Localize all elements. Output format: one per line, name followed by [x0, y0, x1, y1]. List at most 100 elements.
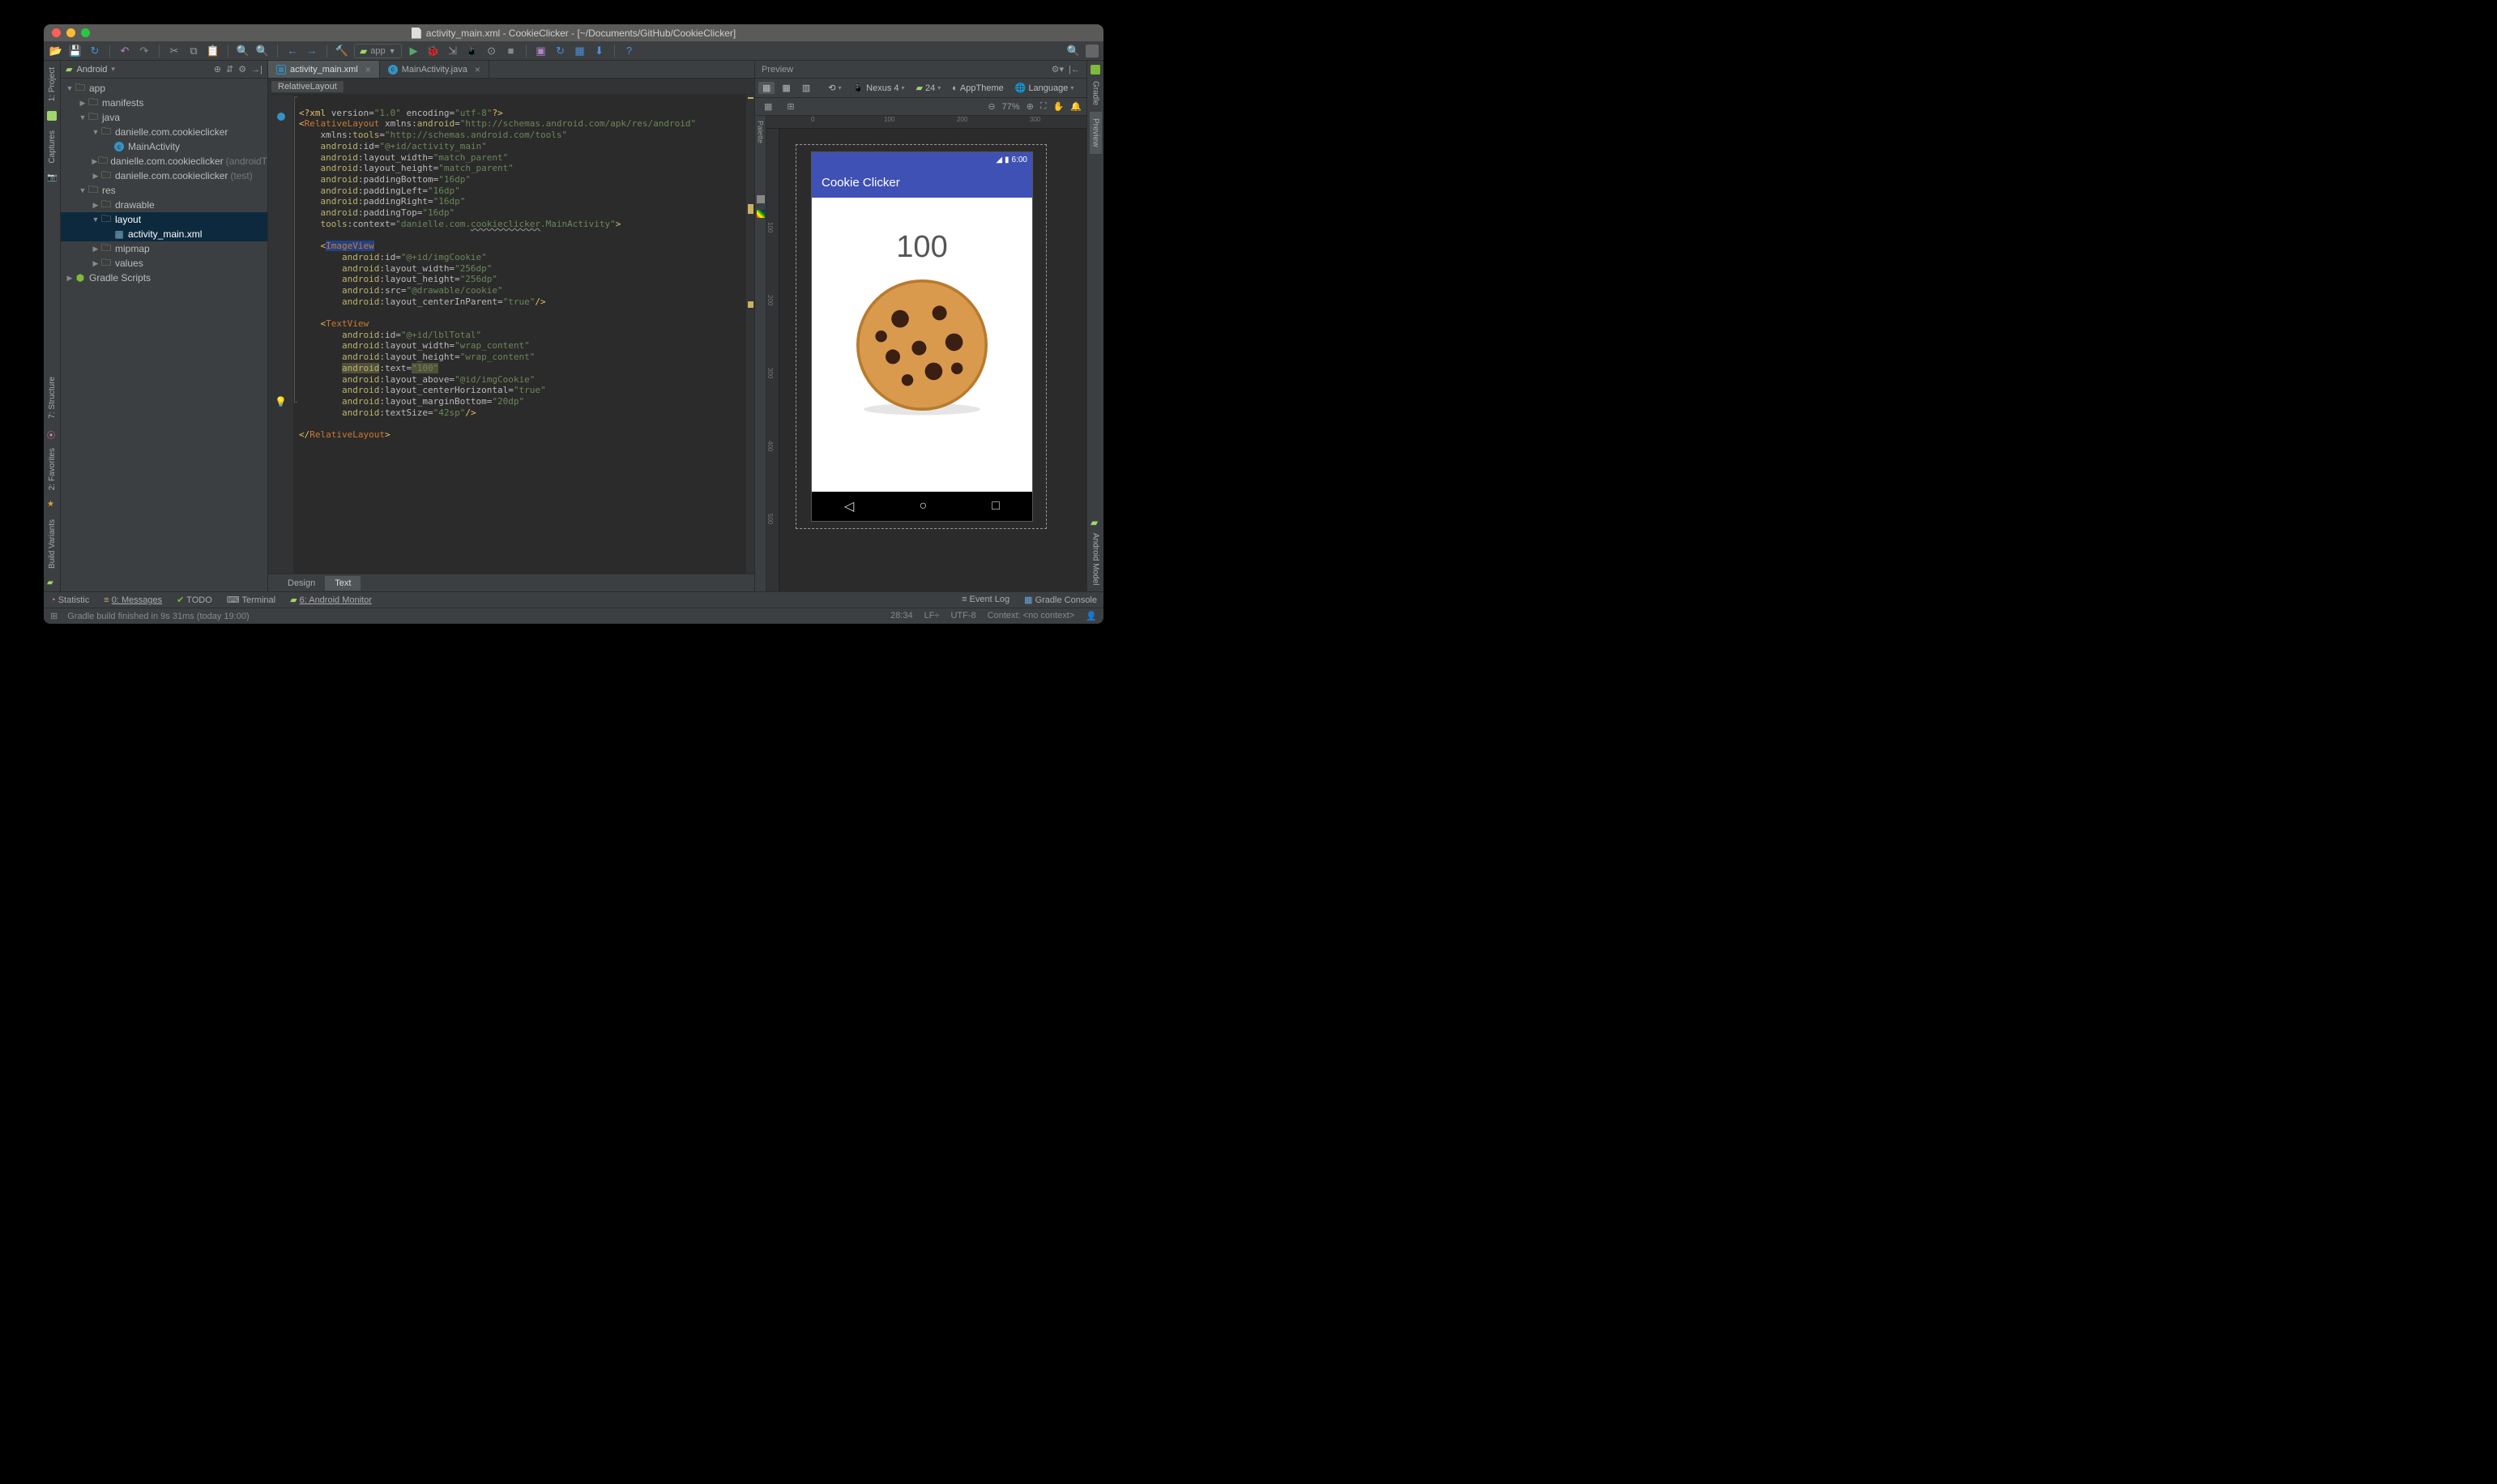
profile-icon[interactable]: ⊙ [484, 44, 499, 58]
structure-tool-tab[interactable]: 7: Structure [46, 370, 58, 425]
messages-tab[interactable]: ≡ 0: Messages [104, 595, 162, 605]
gutter-class-icon[interactable] [277, 113, 285, 121]
tree-node-drawable[interactable]: ▶🗀drawable [61, 198, 267, 212]
preview-canvas[interactable]: Palette 0 100 200 300 100 200 300 400 50… [755, 116, 1086, 591]
tree-node-gradle[interactable]: ▶⬢Gradle Scripts [61, 271, 267, 285]
terminal-tab[interactable]: ⌨ Terminal [227, 595, 275, 605]
intention-bulb-icon[interactable]: 💡 [275, 396, 287, 407]
palette-item-icon[interactable] [757, 195, 765, 203]
preview-tool-tab[interactable]: Preview [1090, 112, 1102, 154]
gradle-tool-tab[interactable]: Gradle [1090, 75, 1102, 112]
palette-color-icon[interactable] [757, 210, 765, 218]
code-editor[interactable]: <?xml version="1.0" encoding="utf-8"?> <… [294, 95, 746, 574]
hector-icon[interactable]: 👤 [1086, 611, 1097, 621]
tree-node-package[interactable]: ▼🗀danielle.com.cookieclicker [61, 125, 267, 139]
captures-tool-tab[interactable]: Captures [46, 124, 58, 170]
surface-mode-3-icon[interactable]: ▥ [798, 82, 814, 94]
tree-node-manifests[interactable]: ▶🗀manifests [61, 96, 267, 110]
tree-node-java[interactable]: ▼🗀java [61, 110, 267, 125]
marker-strip[interactable] [746, 95, 754, 574]
device-selector[interactable]: 📱Nexus 4▾ [848, 82, 908, 94]
file-encoding[interactable]: UTF-8 [950, 611, 975, 621]
run-config-selector[interactable]: ▰app▼ [354, 44, 402, 58]
attach-icon[interactable]: ⇲ [446, 44, 460, 58]
text-tab[interactable]: Text [325, 576, 361, 591]
copy-icon[interactable]: ⧉ [186, 44, 201, 58]
notifications-icon[interactable]: 🔔 [1070, 101, 1082, 112]
device-icon[interactable]: 📱 [465, 44, 480, 58]
tree-node-values[interactable]: ▶🗀values [61, 256, 267, 271]
toggle-icon[interactable]: ⊞ [783, 100, 798, 113]
run-icon[interactable]: ▶ [407, 44, 421, 58]
debug-icon[interactable]: 🐞 [426, 44, 441, 58]
context-selector[interactable]: Context: <no context> [988, 611, 1075, 621]
find-icon[interactable]: 🔍 [236, 44, 250, 58]
theme-selector[interactable]: ◐AppTheme [948, 83, 1007, 94]
surface-mode-2-icon[interactable]: ▦ [778, 82, 794, 94]
zoom-out-icon[interactable]: ⊖ [988, 101, 995, 112]
forward-icon[interactable]: → [305, 44, 319, 58]
language-selector[interactable]: 🌐Language▾ [1011, 82, 1078, 94]
save-icon[interactable]: 💾 [68, 44, 83, 58]
hide-icon[interactable]: |← [1069, 65, 1080, 75]
back-icon[interactable]: ← [285, 44, 300, 58]
download-icon[interactable]: ⬇ [592, 44, 607, 58]
tree-node-activity-xml[interactable]: ▦activity_main.xml [61, 227, 267, 241]
tree-node-layout[interactable]: ▼🗀layout [61, 212, 267, 227]
tool-windows-icon[interactable]: ⊞ [50, 611, 58, 621]
orientation-icon[interactable]: ⟲▾ [824, 82, 845, 94]
sdk-icon[interactable]: ↻ [553, 44, 568, 58]
caret-position[interactable]: 28:34 [890, 611, 913, 621]
open-icon[interactable]: 📂 [49, 44, 63, 58]
avd-icon[interactable]: ▣ [534, 44, 548, 58]
statistic-tab[interactable]: ◔ Statistic [50, 595, 89, 605]
redo-icon[interactable]: ↷ [137, 44, 152, 58]
favorites-tool-tab[interactable]: 2: Favorites [46, 441, 58, 497]
layout-dec-icon[interactable]: ▦ [760, 100, 776, 113]
gradle-console-tab[interactable]: ▦ Gradle Console [1024, 595, 1097, 605]
zoom-fit-icon[interactable]: ⛶ [1040, 101, 1047, 112]
settings-icon[interactable]: ⚙▾ [1052, 65, 1064, 75]
layout-icon[interactable]: ▦ [573, 44, 587, 58]
make-icon[interactable]: 🔨 [335, 44, 349, 58]
help-icon[interactable]: ? [622, 44, 637, 58]
editor-gutter[interactable]: 💡 [268, 95, 294, 574]
collapse-icon[interactable]: ⇵ [226, 64, 233, 75]
breadcrumb-bar[interactable]: RelativeLayout [268, 79, 754, 95]
stop-icon[interactable]: ■ [504, 44, 519, 58]
zoom-in-icon[interactable]: ⊕ [1027, 101, 1034, 112]
event-log-tab[interactable]: ≡ Event Log [962, 595, 1009, 605]
line-separator[interactable]: LF÷ [924, 611, 940, 621]
cut-icon[interactable]: ✂ [167, 44, 181, 58]
tab-activity-xml[interactable]: ▦activity_main.xml× [268, 61, 380, 78]
hide-icon[interactable]: →| [251, 65, 263, 75]
locate-icon[interactable]: ⊕ [214, 64, 221, 75]
android-model-tool-tab[interactable]: Android Model [1090, 527, 1102, 591]
project-tree[interactable]: ▼🗀app ▶🗀manifests ▼🗀java ▼🗀danielle.com.… [61, 79, 267, 591]
tree-node-package-test2[interactable]: ▶🗀danielle.com.cookieclicker(test) [61, 168, 267, 183]
paste-icon[interactable]: 📋 [206, 44, 220, 58]
user-icon[interactable] [1086, 45, 1099, 58]
project-tool-tab[interactable]: 1: Project [46, 61, 58, 108]
replace-icon[interactable]: 🔍 [255, 44, 270, 58]
pan-icon[interactable]: ✋ [1053, 101, 1065, 112]
design-tab[interactable]: Design [278, 576, 325, 591]
android-monitor-tab[interactable]: ▰ 6: Android Monitor [290, 595, 372, 605]
api-selector[interactable]: ▰24▾ [912, 82, 945, 94]
todo-tab[interactable]: ✔ TODO [177, 595, 212, 605]
sync-icon[interactable]: ↻ [88, 44, 102, 58]
tree-node-app[interactable]: ▼🗀app [61, 81, 267, 96]
undo-icon[interactable]: ↶ [117, 44, 132, 58]
close-tab-icon[interactable]: × [365, 64, 371, 75]
surface-mode-1-icon[interactable]: ▦ [758, 82, 775, 94]
tree-node-package-test[interactable]: ▶🗀danielle.com.cookieclicker(androidT [61, 154, 267, 168]
settings-icon[interactable]: ⚙ [238, 64, 246, 75]
tree-node-mipmap[interactable]: ▶🗀mipmap [61, 241, 267, 256]
view-mode[interactable]: Android [76, 65, 107, 75]
tab-mainactivity[interactable]: cMainActivity.java× [380, 61, 489, 78]
search-everywhere-icon[interactable]: 🔍 [1066, 44, 1081, 58]
tree-node-res[interactable]: ▼🗀res [61, 183, 267, 198]
build-variants-tool-tab[interactable]: Build Variants [46, 513, 58, 575]
close-tab-icon[interactable]: × [475, 64, 480, 75]
tree-node-mainactivity[interactable]: cMainActivity [61, 139, 267, 154]
